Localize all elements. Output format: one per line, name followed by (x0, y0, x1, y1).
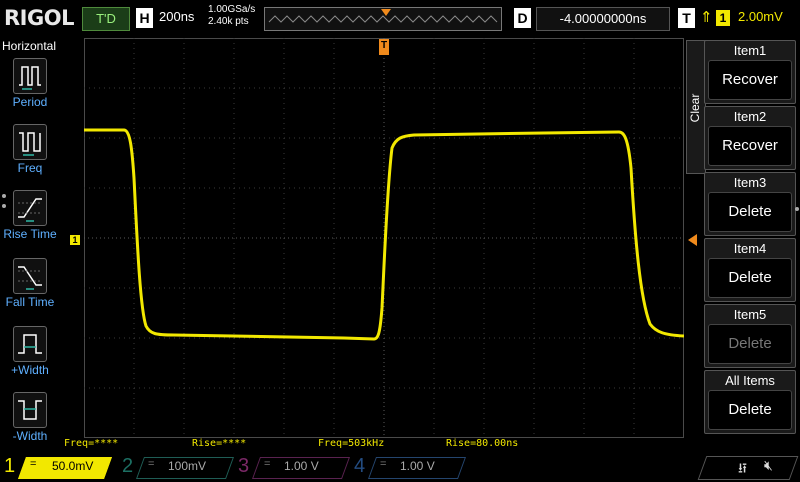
usb-icon: ⭿ (738, 460, 748, 476)
negative-width-icon (13, 392, 47, 428)
measurement-freq-2: Freq=503kHz (318, 438, 385, 449)
rise-time-icon (13, 190, 47, 226)
trigger-source: 1 (716, 10, 730, 26)
menu-item-title: Item3 (733, 175, 767, 190)
channel-3-number: 3 (238, 455, 250, 477)
positive-width-icon (13, 326, 47, 362)
status-bar: RIGOL T'D H 200ns 1.00GSa/s 2.40k pts D … (0, 0, 800, 36)
trigger-position-marker[interactable]: T (379, 39, 389, 55)
menu-item-title: Item4 (733, 241, 767, 256)
sidebar-item-label: Rise Time (3, 227, 57, 241)
menu-item-title: Item1 (733, 43, 767, 58)
status-icon-frame (697, 456, 799, 480)
sidebar-item-label: -Width (12, 429, 48, 443)
fall-time-icon (13, 258, 47, 294)
speaker-muted-icon[interactable]: 🔇︎ (764, 457, 773, 474)
channel-bar: 1 = 50.0mV 2 = 100mV 3 = 1.00 V 4 = 1.00… (0, 454, 800, 480)
channel-4-coupling: = (380, 458, 387, 470)
acquisition-info: 1.00GSa/s 2.40k pts (208, 4, 255, 28)
memory-depth: 2.40k pts (208, 16, 249, 27)
measurement-rise-1: Rise=**** (192, 438, 247, 449)
menu-item-all: All Items Delete (704, 370, 796, 434)
period-icon (13, 58, 47, 94)
item3-delete-button[interactable]: Delete (708, 192, 792, 232)
channel-2-scale: 100mV (168, 459, 207, 473)
clear-menu-tab[interactable]: Clear (686, 40, 706, 174)
horizontal-label: H (136, 8, 153, 28)
item1-recover-button[interactable]: Recover (708, 60, 792, 100)
channel-3-tab[interactable]: 3 = 1.00 V (234, 454, 351, 480)
trigger-level-marker[interactable] (688, 234, 697, 246)
channel-4-number: 4 (354, 455, 366, 477)
menu-item-title: Item5 (733, 307, 767, 322)
trigger-label: T (678, 8, 695, 28)
frequency-icon (13, 124, 47, 160)
item5-delete-button: Delete (708, 324, 792, 364)
all-items-delete-button[interactable]: Delete (708, 390, 792, 430)
waveform-display[interactable] (84, 38, 685, 438)
channel-1-tab[interactable]: 1 = 50.0mV (0, 454, 118, 480)
measure-frequency-button[interactable]: Freq (0, 124, 60, 184)
page-indicator-dots (2, 194, 6, 214)
item4-delete-button[interactable]: Delete (708, 258, 792, 298)
delay-label: D (514, 8, 531, 28)
ch1-offset-marker[interactable]: 1 (70, 235, 80, 245)
measurement-freq-1: Freq=**** (64, 438, 119, 449)
measure-sidebar: Horizontal Period Freq Rise Time Fall Ti… (0, 36, 60, 454)
brand-logo: RIGOL (4, 6, 74, 30)
memory-position-bar[interactable] (264, 7, 502, 31)
timebase-value[interactable]: 200ns (159, 9, 194, 24)
measurement-rise-2: Rise=80.00ns (446, 438, 519, 449)
item2-recover-button[interactable]: Recover (708, 126, 792, 166)
channel-3-scale: 1.00 V (284, 459, 319, 473)
channel-2-coupling: = (148, 458, 155, 470)
menu-page-dot (795, 207, 799, 211)
channel-3-coupling: = (264, 458, 271, 470)
menu-item-5: Item5 Delete (704, 304, 796, 368)
sidebar-item-label: Freq (17, 161, 43, 175)
channel-2-tab[interactable]: 2 = 100mV (118, 454, 235, 480)
sidebar-item-label: Fall Time (5, 295, 55, 309)
channel-2-number: 2 (122, 455, 134, 477)
menu-item-4: Item4 Delete (704, 238, 796, 302)
sample-rate: 1.00GSa/s (208, 4, 256, 15)
sidebar-title: Horizontal (2, 39, 57, 53)
menu-item-1: Item1 Recover (704, 40, 796, 104)
menu-item-2: Item2 Recover (704, 106, 796, 170)
delay-value[interactable]: -4.00000000ns (536, 7, 670, 31)
channel-4-scale: 1.00 V (400, 459, 435, 473)
menu-item-title: Item2 (733, 109, 767, 124)
trigger-status-badge: T'D (82, 7, 130, 31)
rising-edge-icon: ⇑ (700, 9, 713, 26)
graticule (84, 38, 685, 438)
clear-menu-title: Clear (688, 93, 702, 123)
measure-fall-time-button[interactable]: Fall Time (0, 258, 60, 318)
channel-1-number: 1 (4, 455, 16, 477)
measure-positive-width-button[interactable]: +Width (0, 326, 60, 386)
channel-1-scale: 50.0mV (52, 459, 94, 473)
sidebar-item-label: Period (12, 95, 48, 109)
channel-1-coupling: = (30, 458, 37, 470)
trigger-level[interactable]: 2.00mV (738, 9, 783, 24)
menu-item-title: All Items (725, 373, 775, 388)
measure-period-button[interactable]: Period (0, 58, 60, 118)
measure-negative-width-button[interactable]: -Width (0, 392, 60, 452)
sidebar-item-label: +Width (11, 363, 49, 377)
measure-rise-time-button[interactable]: Rise Time (0, 190, 60, 250)
menu-item-3: Item3 Delete (704, 172, 796, 236)
trigger-position-icon (381, 9, 391, 16)
channel-4-tab[interactable]: 4 = 1.00 V (350, 454, 467, 480)
